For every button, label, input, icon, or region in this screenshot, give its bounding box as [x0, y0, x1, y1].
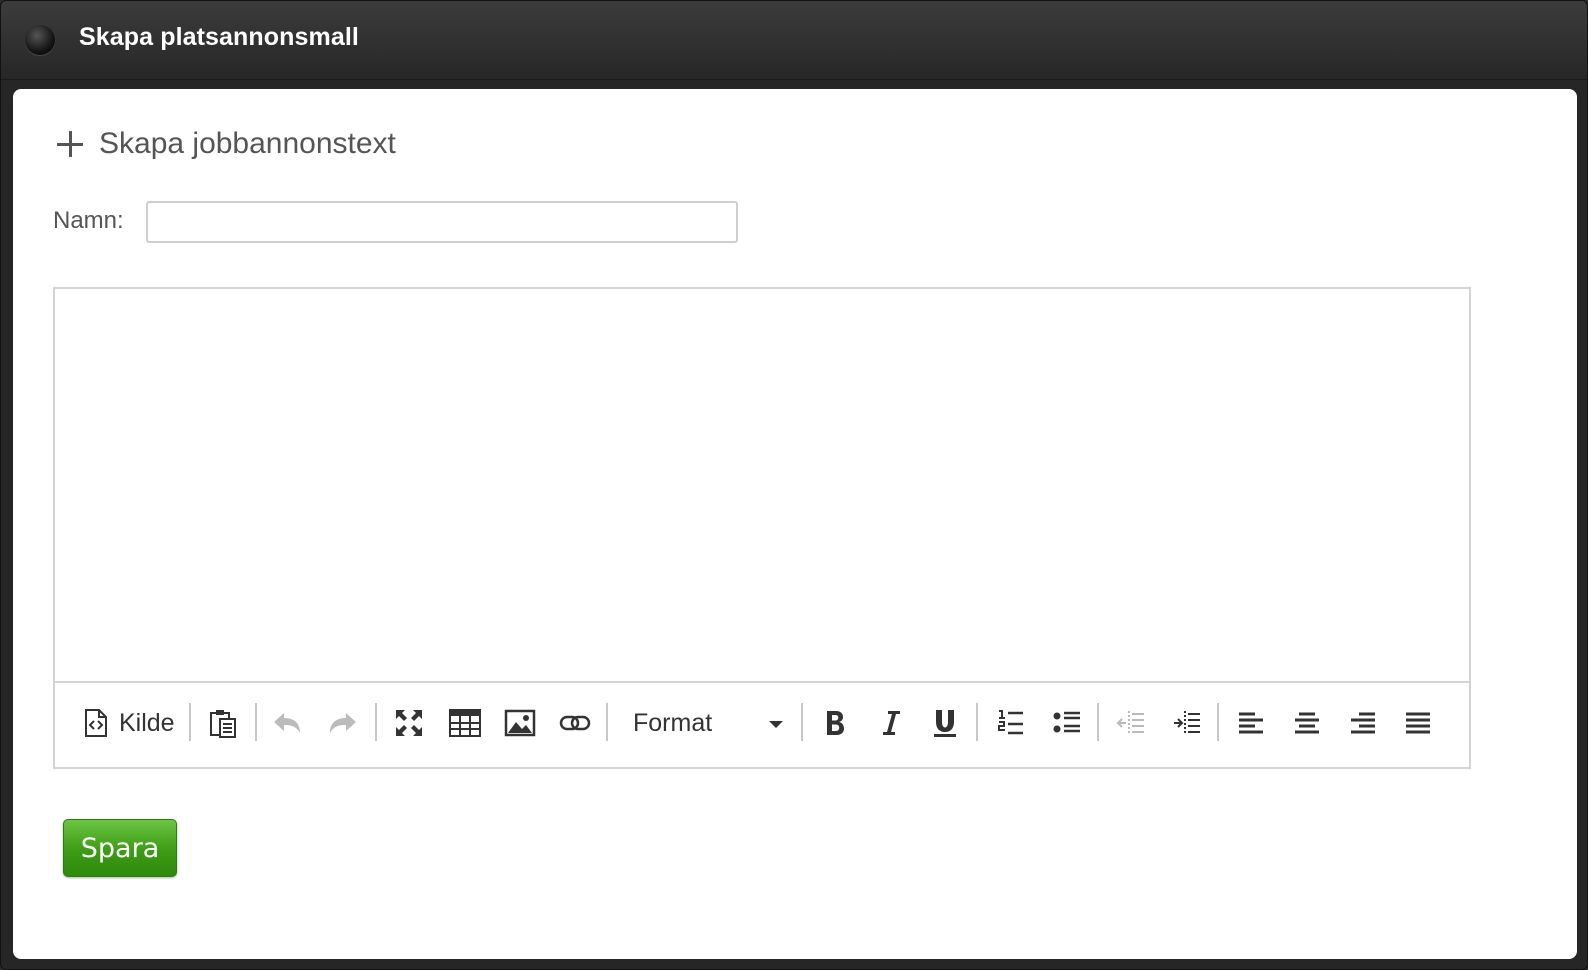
- bold-icon: [824, 709, 846, 737]
- toolbar-separator: [375, 703, 377, 741]
- indent-icon: [1172, 709, 1202, 737]
- source-icon: [83, 708, 109, 738]
- rich-text-editor: Kilde Format: [53, 287, 1471, 769]
- italic-button[interactable]: [873, 703, 909, 743]
- image-icon: [504, 709, 536, 737]
- italic-icon: [881, 709, 901, 737]
- underline-button[interactable]: [927, 703, 963, 743]
- toolbar-separator: [1097, 703, 1099, 741]
- name-input[interactable]: [146, 201, 738, 243]
- maximize-button[interactable]: [389, 703, 429, 743]
- name-label: Namn:: [53, 207, 124, 234]
- align-center-icon: [1294, 711, 1320, 735]
- section-heading: Skapa jobbannonstext: [57, 127, 396, 161]
- indent-button[interactable]: [1169, 703, 1205, 743]
- align-center-button[interactable]: [1289, 703, 1325, 743]
- paste-button[interactable]: [205, 703, 241, 743]
- link-icon: [559, 714, 591, 732]
- align-left-icon: [1238, 711, 1264, 735]
- toolbar-separator: [255, 703, 257, 741]
- table-icon: [448, 708, 482, 738]
- maximize-icon: [394, 708, 424, 738]
- numbered-list-button[interactable]: [993, 703, 1029, 743]
- paste-icon: [209, 708, 237, 738]
- align-justify-button[interactable]: [1400, 703, 1436, 743]
- title-bar: Skapa platsannonsmall: [1, 1, 1587, 80]
- source-label: Kilde: [119, 708, 175, 737]
- redo-icon: [328, 711, 358, 735]
- toolbar-separator: [976, 703, 978, 741]
- format-label: Format: [633, 708, 713, 737]
- toolbar-separator: [189, 703, 191, 741]
- dialog-content: Skapa jobbannonstext Namn: Kilde Format …: [13, 89, 1577, 959]
- undo-button[interactable]: [269, 703, 305, 743]
- save-button[interactable]: Spara: [63, 819, 177, 877]
- toolbar-separator: [606, 703, 608, 741]
- toolbar-separator: [1217, 703, 1219, 741]
- chevron-down-icon: [769, 721, 783, 728]
- bulleted-list-button[interactable]: [1049, 703, 1085, 743]
- link-button[interactable]: [555, 703, 595, 743]
- window-control-icon[interactable]: [25, 25, 55, 55]
- section-heading-label: Skapa jobbannonstext: [99, 127, 396, 160]
- bulleted-list-icon: [1052, 709, 1082, 737]
- toolbar-separator: [801, 703, 803, 741]
- bold-button[interactable]: [817, 703, 853, 743]
- outdent-button[interactable]: [1113, 703, 1149, 743]
- format-dropdown[interactable]: Format: [633, 703, 783, 743]
- align-left-button[interactable]: [1233, 703, 1269, 743]
- image-button[interactable]: [500, 703, 540, 743]
- editor-content-area[interactable]: [55, 289, 1469, 685]
- outdent-icon: [1116, 709, 1146, 737]
- window-title: Skapa platsannonsmall: [79, 23, 359, 51]
- align-justify-icon: [1405, 711, 1431, 735]
- underline-icon: [933, 708, 957, 738]
- plus-icon: [57, 131, 83, 157]
- dialog-window: Skapa platsannonsmall Skapa jobbannonste…: [0, 0, 1588, 970]
- align-right-button[interactable]: [1345, 703, 1381, 743]
- editor-toolbar: Kilde Format: [55, 681, 1469, 767]
- table-button[interactable]: [445, 703, 485, 743]
- redo-button[interactable]: [325, 703, 361, 743]
- numbered-list-icon: [997, 709, 1025, 737]
- align-right-icon: [1350, 711, 1376, 735]
- undo-icon: [272, 711, 302, 735]
- source-button[interactable]: Kilde: [83, 703, 177, 743]
